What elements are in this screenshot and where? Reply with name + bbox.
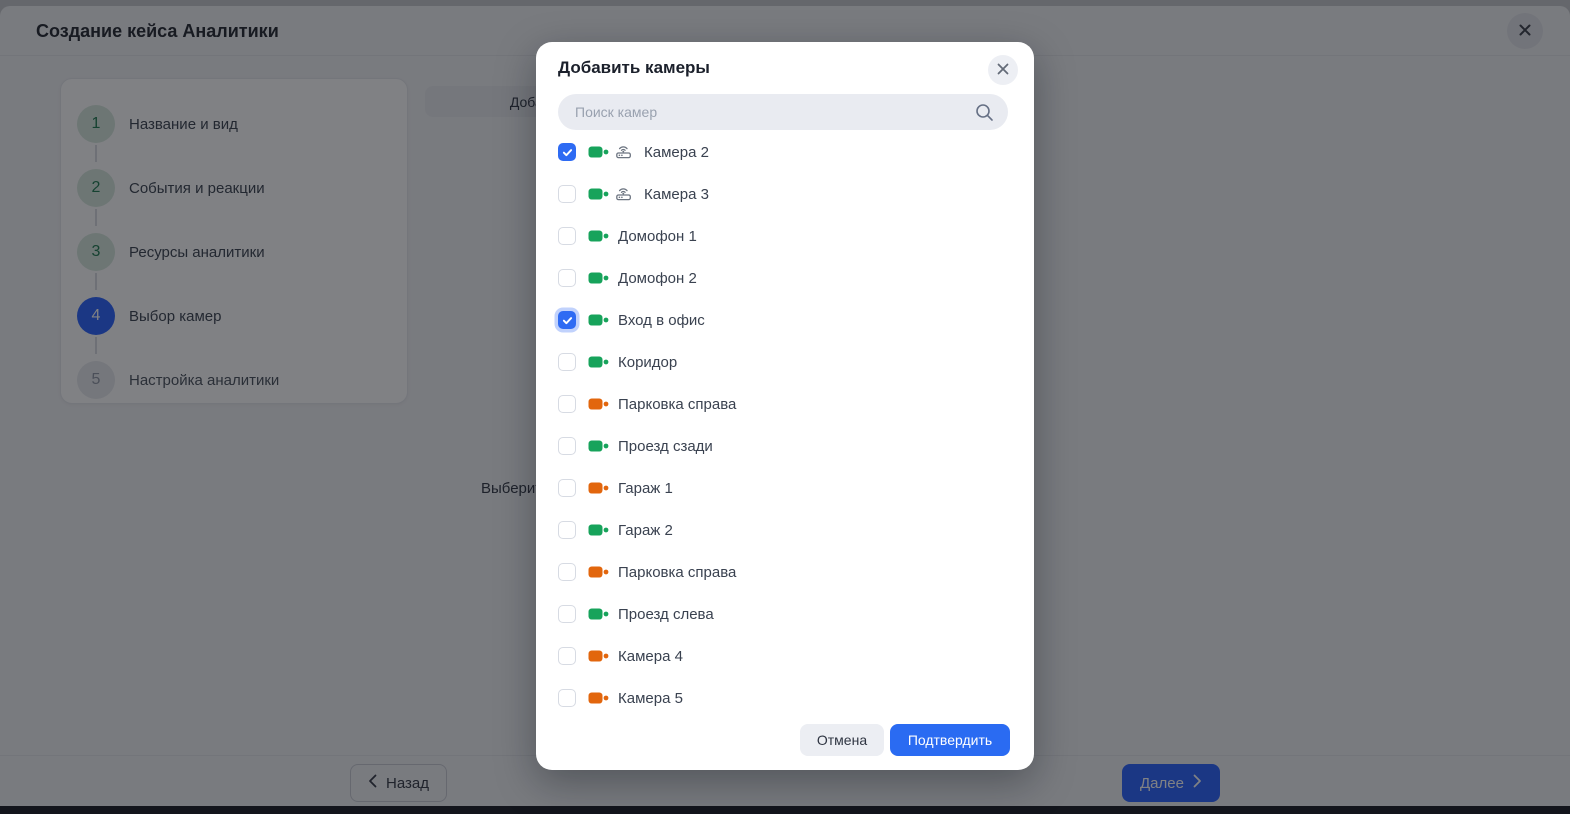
add-cameras-modal: Добавить камеры Камера 2 xyxy=(536,42,1034,770)
camera-name: Парковка справа xyxy=(618,396,736,413)
modal-close-button[interactable] xyxy=(988,55,1018,85)
camera-list-item[interactable]: Камера 2 xyxy=(536,131,1034,173)
camera-name: Гараж 1 xyxy=(618,480,673,497)
camera-name: Вход в офис xyxy=(618,312,705,329)
camera-name: Камера 5 xyxy=(618,690,683,707)
camera-name: Коридор xyxy=(618,354,677,371)
check-icon xyxy=(561,146,574,159)
camera-name: Домофон 2 xyxy=(618,270,697,287)
camera-list-item[interactable]: Проезд сзади xyxy=(536,425,1034,467)
camera-status-icon xyxy=(588,354,610,370)
camera-list: Камера 2 Камера 3 Домофон 1 xyxy=(536,131,1034,719)
camera-checkbox[interactable] xyxy=(558,269,576,287)
camera-checkbox[interactable] xyxy=(558,437,576,455)
camera-name: Гараж 2 xyxy=(618,522,673,539)
cloud-bridge-icon xyxy=(614,140,634,165)
camera-list-item[interactable]: Вход в офис xyxy=(536,299,1034,341)
modal-title: Добавить камеры xyxy=(558,58,710,78)
camera-list-item[interactable]: Проезд слева xyxy=(536,593,1034,635)
camera-status-icon xyxy=(588,144,610,160)
confirm-button[interactable]: Подтвердить xyxy=(890,724,1010,756)
camera-status-icon xyxy=(588,648,610,664)
camera-search-input[interactable] xyxy=(558,94,1008,130)
camera-status-icon xyxy=(588,690,610,706)
camera-name: Проезд сзади xyxy=(618,438,713,455)
camera-checkbox[interactable] xyxy=(558,647,576,665)
camera-checkbox[interactable] xyxy=(558,605,576,623)
camera-search xyxy=(558,94,1008,130)
camera-checkbox[interactable] xyxy=(558,395,576,413)
camera-checkbox[interactable] xyxy=(558,353,576,371)
camera-checkbox[interactable] xyxy=(558,563,576,581)
camera-checkbox[interactable] xyxy=(558,521,576,539)
camera-list-item[interactable]: Камера 3 xyxy=(536,173,1034,215)
modal-footer: Отмена Подтвердить xyxy=(536,724,1034,756)
camera-checkbox[interactable] xyxy=(558,227,576,245)
camera-name: Камера 3 xyxy=(644,186,709,203)
camera-status-icon xyxy=(588,186,610,202)
camera-status-icon xyxy=(588,480,610,496)
camera-status-icon xyxy=(588,312,610,328)
camera-list-item[interactable]: Домофон 2 xyxy=(536,257,1034,299)
camera-status-icon xyxy=(588,396,610,412)
camera-list-item[interactable]: Гараж 1 xyxy=(536,467,1034,509)
camera-list-item[interactable]: Камера 5 xyxy=(536,677,1034,719)
camera-list-item[interactable]: Парковка справа xyxy=(536,383,1034,425)
camera-status-icon xyxy=(588,606,610,622)
cancel-button[interactable]: Отмена xyxy=(800,724,884,756)
camera-checkbox[interactable] xyxy=(558,185,576,203)
camera-list-item[interactable]: Парковка справа xyxy=(536,551,1034,593)
camera-checkbox[interactable] xyxy=(558,311,576,329)
camera-name: Камера 4 xyxy=(618,648,683,665)
camera-checkbox[interactable] xyxy=(558,479,576,497)
camera-name: Камера 2 xyxy=(644,144,709,161)
camera-list-item[interactable]: Гараж 2 xyxy=(536,509,1034,551)
camera-list-item[interactable]: Камера 4 xyxy=(536,635,1034,677)
cloud-bridge-icon xyxy=(614,182,634,207)
camera-status-icon xyxy=(588,228,610,244)
camera-list-item[interactable]: Домофон 1 xyxy=(536,215,1034,257)
camera-checkbox[interactable] xyxy=(558,143,576,161)
camera-list-item[interactable]: Коридор xyxy=(536,341,1034,383)
check-icon xyxy=(561,314,574,327)
camera-checkbox[interactable] xyxy=(558,689,576,707)
camera-status-icon xyxy=(588,522,610,538)
camera-status-icon xyxy=(588,270,610,286)
close-icon xyxy=(996,62,1010,79)
camera-name: Парковка справа xyxy=(618,564,736,581)
camera-name: Домофон 1 xyxy=(618,228,697,245)
camera-name: Проезд слева xyxy=(618,606,714,623)
camera-status-icon xyxy=(588,438,610,454)
camera-status-icon xyxy=(588,564,610,580)
